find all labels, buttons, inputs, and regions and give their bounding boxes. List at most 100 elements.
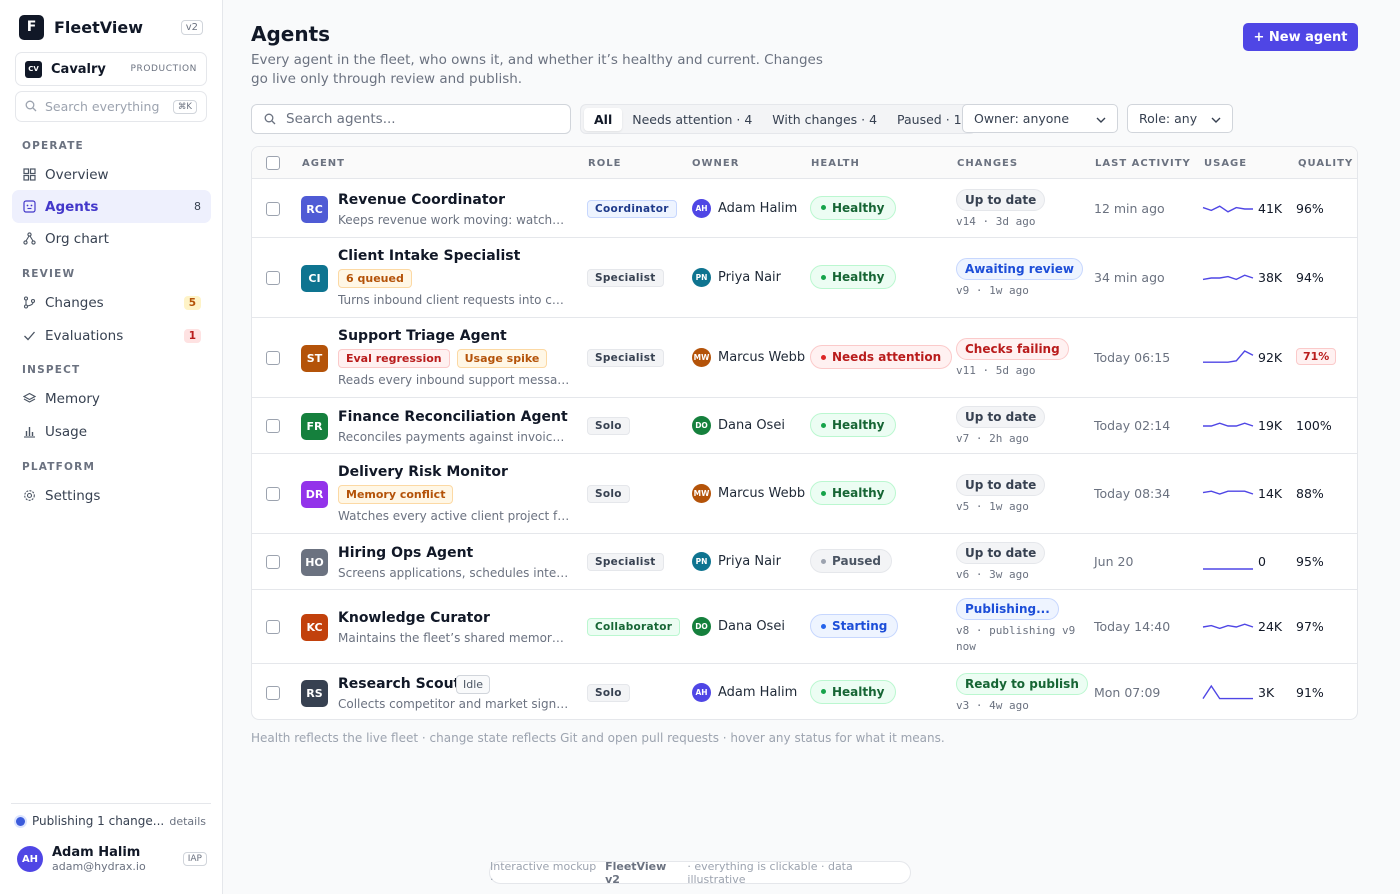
change-status-badge[interactable]: Ready to publish (956, 672, 1088, 695)
role-badge: Specialist (587, 269, 664, 287)
usage-value: 14K (1258, 486, 1283, 501)
mockup-notice: Interactive mockup · FleetView v2 · ever… (489, 860, 911, 886)
sidebar-item-overview[interactable]: Overview (12, 158, 211, 191)
column-header-changes[interactable]: CHANGES (957, 158, 1018, 169)
column-header-quality[interactable]: QUALITY (1298, 158, 1353, 169)
owner[interactable]: DO Dana Osei (692, 416, 785, 435)
agent-alert-chips: 6 queued (338, 269, 412, 288)
sidebar-item-agents[interactable]: Agents 8 (12, 190, 211, 223)
owner[interactable]: MW Marcus Webb (692, 484, 805, 503)
health-status-badge[interactable]: Starting (810, 614, 899, 638)
change-status-badge[interactable]: Publishing... (956, 598, 1059, 620)
row-checkbox[interactable] (266, 685, 280, 700)
agent-name[interactable]: Hiring Ops Agent (338, 545, 473, 561)
agent-avatar: KC (301, 614, 328, 641)
publishing-details-link[interactable]: details (169, 815, 206, 828)
health-status-badge[interactable]: Healthy (810, 195, 896, 220)
column-header-usage[interactable]: USAGE (1204, 158, 1247, 169)
alert-chip[interactable]: Memory conflict (338, 485, 454, 504)
change-status-badge[interactable]: Up to date (956, 542, 1046, 564)
workspace-switcher[interactable]: CV Cavalry PRODUCTION (15, 52, 207, 86)
quality-score: 91% (1296, 684, 1324, 700)
row-checkbox[interactable] (266, 201, 280, 216)
table-row[interactable]: DR Delivery Risk Monitor Memory conflict… (252, 454, 1357, 534)
check-icon (22, 329, 36, 343)
alert-chip[interactable]: 6 queued (338, 269, 412, 288)
sidebar-item-usage[interactable]: Usage (12, 415, 211, 448)
change-status-badge[interactable]: Checks failing (956, 338, 1069, 360)
usage-sparkline (1202, 274, 1254, 281)
health-status-badge[interactable]: Paused (810, 549, 892, 573)
role-select[interactable]: Role: any (1127, 104, 1233, 133)
filter-with-changes[interactable]: With changes · 4 (762, 108, 887, 131)
sidebar-item-evaluations[interactable]: Evaluations 1 (12, 319, 211, 352)
alert-chip[interactable]: Eval regression (338, 349, 450, 368)
agent-name[interactable]: Support Triage Agent (338, 328, 507, 344)
health-status-badge[interactable]: Healthy (810, 265, 896, 289)
row-checkbox[interactable] (266, 271, 280, 285)
agent-name[interactable]: Research Scout (338, 676, 460, 692)
column-header-owner[interactable]: OWNER (692, 158, 739, 169)
table-row[interactable]: KC Knowledge Curator Maintains the fleet… (252, 590, 1357, 664)
owner-avatar: MW (692, 484, 711, 503)
column-header-agent[interactable]: AGENT (302, 158, 345, 169)
health-status-badge[interactable]: Healthy (810, 481, 896, 505)
filter-needs-attention[interactable]: Needs attention · 4 (622, 108, 762, 131)
sparkline-path (1203, 422, 1254, 427)
agent-description: Collects competitor and market signals f… (338, 696, 570, 711)
change-version-meta: v3 · 4w ago (956, 698, 1029, 712)
table-row[interactable]: FR Finance Reconciliation Agent Reconcil… (252, 398, 1357, 454)
change-status-badge[interactable]: Up to date (956, 406, 1046, 428)
table-row[interactable]: RS Research Scout Idle Collects competit… (252, 664, 1357, 719)
change-status-badge[interactable]: Up to date (956, 474, 1046, 496)
agent-name[interactable]: Revenue Coordinator (338, 192, 505, 208)
table-row[interactable]: HO Hiring Ops Agent Screens applications… (252, 534, 1357, 590)
grid-icon (22, 168, 36, 182)
table-row[interactable]: RC Revenue Coordinator Keeps revenue wor… (252, 179, 1357, 238)
owner[interactable]: MW Marcus Webb (692, 348, 805, 367)
owner-name: Dana Osei (718, 619, 785, 634)
owner[interactable]: AH Adam Halim (692, 198, 797, 218)
row-checkbox[interactable] (266, 487, 280, 501)
column-header-health[interactable]: HEALTH (811, 158, 860, 169)
row-checkbox[interactable] (266, 419, 280, 433)
owner[interactable]: PN Priya Nair (692, 268, 781, 287)
column-header-last-activity[interactable]: LAST ACTIVITY (1095, 158, 1191, 169)
global-search-input[interactable]: Search everything ⌘K (15, 91, 207, 122)
owner-select[interactable]: Owner: anyone (962, 104, 1118, 133)
sidebar-item-memory[interactable]: Memory (12, 382, 211, 415)
agent-name[interactable]: Knowledge Curator (338, 610, 490, 626)
row-checkbox[interactable] (266, 620, 280, 634)
row-checkbox[interactable] (266, 351, 280, 365)
agent-description: Maintains the fleet’s shared memory: rev… (338, 631, 570, 645)
agent-name[interactable]: Client Intake Specialist (338, 248, 520, 264)
owner[interactable]: DO Dana Osei (692, 617, 785, 636)
user-profile[interactable]: AH Adam Halim adam@hydrax.io IAP (17, 845, 207, 873)
health-status-badge[interactable]: Healthy (810, 413, 896, 437)
table-row[interactable]: ST Support Triage Agent Eval regression U… (252, 318, 1357, 398)
owner[interactable]: PN Priya Nair (692, 552, 781, 571)
sidebar: F FleetView v2 CV Cavalry PRODUCTION Sea… (0, 0, 223, 894)
table-row[interactable]: CI Client Intake Specialist 6 queued Tur… (252, 238, 1357, 318)
brand[interactable]: F FleetView v2 (19, 14, 203, 40)
alert-chip[interactable]: Usage spike (456, 349, 548, 368)
filter-all[interactable]: All (584, 107, 623, 131)
agent-name[interactable]: Delivery Risk Monitor (338, 464, 508, 480)
new-agent-button[interactable]: + New agent (1243, 23, 1358, 51)
agent-search-input[interactable]: Search agents... (251, 104, 571, 134)
owner[interactable]: AH Adam Halim (692, 682, 797, 702)
select-all-checkbox[interactable] (266, 156, 280, 170)
health-status-badge[interactable]: Healthy (810, 679, 896, 704)
sidebar-item-settings[interactable]: Settings (12, 479, 211, 512)
change-status-badge[interactable]: Awaiting review (956, 258, 1083, 280)
sidebar-item-changes[interactable]: Changes 5 (12, 286, 211, 319)
row-checkbox[interactable] (266, 555, 280, 569)
sparkline-path (1202, 274, 1254, 281)
column-header-role[interactable]: ROLE (588, 158, 621, 169)
health-status-badge[interactable]: Needs attention (810, 345, 953, 369)
agent-name[interactable]: Finance Reconciliation Agent (338, 409, 568, 425)
publishing-status[interactable]: Publishing 1 change... details (16, 814, 206, 828)
change-status-badge[interactable]: Up to date (956, 188, 1046, 211)
sidebar-item-org-chart[interactable]: Org chart (12, 222, 211, 255)
filter-paused[interactable]: Paused · 1 (887, 108, 972, 131)
